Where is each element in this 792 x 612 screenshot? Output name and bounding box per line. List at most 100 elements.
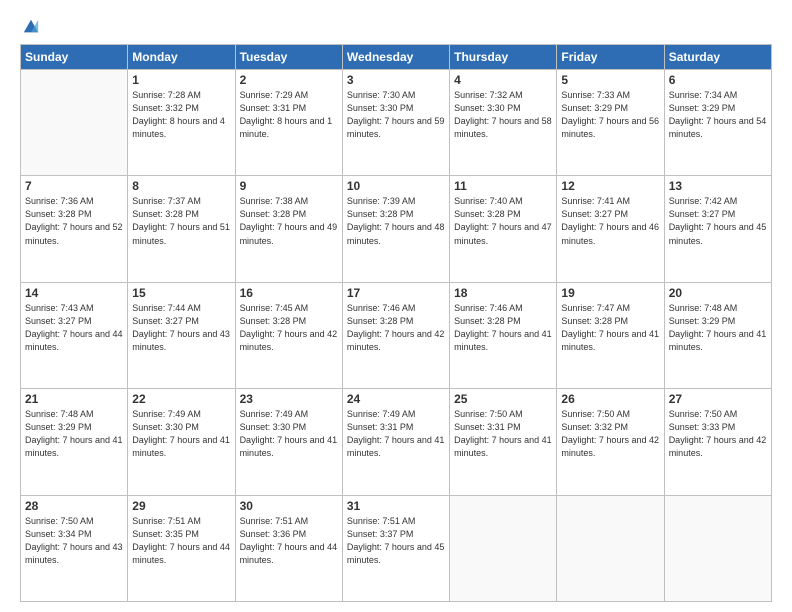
day-number: 10	[347, 179, 445, 193]
sunset-text: Sunset: 3:28 PM	[347, 208, 445, 221]
weekday-saturday: Saturday	[664, 45, 771, 70]
day-info: Sunrise: 7:51 AMSunset: 3:36 PMDaylight:…	[240, 515, 338, 567]
weekday-thursday: Thursday	[450, 45, 557, 70]
daylight-text: Daylight: 7 hours and 44 minutes.	[25, 328, 123, 354]
daylight-text: Daylight: 7 hours and 58 minutes.	[454, 115, 552, 141]
day-cell: 25Sunrise: 7:50 AMSunset: 3:31 PMDayligh…	[450, 389, 557, 495]
day-number: 22	[132, 392, 230, 406]
day-info: Sunrise: 7:48 AMSunset: 3:29 PMDaylight:…	[25, 408, 123, 460]
day-cell: 2Sunrise: 7:29 AMSunset: 3:31 PMDaylight…	[235, 70, 342, 176]
sunrise-text: Sunrise: 7:38 AM	[240, 195, 338, 208]
day-info: Sunrise: 7:33 AMSunset: 3:29 PMDaylight:…	[561, 89, 659, 141]
day-info: Sunrise: 7:32 AMSunset: 3:30 PMDaylight:…	[454, 89, 552, 141]
day-number: 19	[561, 286, 659, 300]
sunset-text: Sunset: 3:34 PM	[25, 528, 123, 541]
day-number: 3	[347, 73, 445, 87]
sunset-text: Sunset: 3:29 PM	[669, 315, 767, 328]
daylight-text: Daylight: 7 hours and 45 minutes.	[347, 541, 445, 567]
day-info: Sunrise: 7:34 AMSunset: 3:29 PMDaylight:…	[669, 89, 767, 141]
day-number: 28	[25, 499, 123, 513]
day-info: Sunrise: 7:51 AMSunset: 3:37 PMDaylight:…	[347, 515, 445, 567]
sunset-text: Sunset: 3:30 PM	[347, 102, 445, 115]
daylight-text: Daylight: 7 hours and 42 minutes.	[240, 328, 338, 354]
day-info: Sunrise: 7:38 AMSunset: 3:28 PMDaylight:…	[240, 195, 338, 247]
logo	[20, 18, 40, 34]
day-info: Sunrise: 7:50 AMSunset: 3:32 PMDaylight:…	[561, 408, 659, 460]
sunset-text: Sunset: 3:27 PM	[561, 208, 659, 221]
day-cell: 7Sunrise: 7:36 AMSunset: 3:28 PMDaylight…	[21, 176, 128, 282]
calendar: SundayMondayTuesdayWednesdayThursdayFrid…	[20, 44, 772, 602]
sunset-text: Sunset: 3:36 PM	[240, 528, 338, 541]
sunrise-text: Sunrise: 7:50 AM	[454, 408, 552, 421]
day-cell: 21Sunrise: 7:48 AMSunset: 3:29 PMDayligh…	[21, 389, 128, 495]
day-info: Sunrise: 7:45 AMSunset: 3:28 PMDaylight:…	[240, 302, 338, 354]
week-row-1: 1Sunrise: 7:28 AMSunset: 3:32 PMDaylight…	[21, 70, 772, 176]
day-info: Sunrise: 7:41 AMSunset: 3:27 PMDaylight:…	[561, 195, 659, 247]
daylight-text: Daylight: 8 hours and 1 minute.	[240, 115, 338, 141]
sunrise-text: Sunrise: 7:47 AM	[561, 302, 659, 315]
day-cell: 8Sunrise: 7:37 AMSunset: 3:28 PMDaylight…	[128, 176, 235, 282]
daylight-text: Daylight: 7 hours and 41 minutes.	[132, 434, 230, 460]
day-number: 20	[669, 286, 767, 300]
sunrise-text: Sunrise: 7:51 AM	[240, 515, 338, 528]
sunrise-text: Sunrise: 7:50 AM	[561, 408, 659, 421]
day-info: Sunrise: 7:30 AMSunset: 3:30 PMDaylight:…	[347, 89, 445, 141]
sunset-text: Sunset: 3:30 PM	[454, 102, 552, 115]
weekday-monday: Monday	[128, 45, 235, 70]
daylight-text: Daylight: 7 hours and 41 minutes.	[347, 434, 445, 460]
day-info: Sunrise: 7:49 AMSunset: 3:30 PMDaylight:…	[132, 408, 230, 460]
day-cell: 15Sunrise: 7:44 AMSunset: 3:27 PMDayligh…	[128, 282, 235, 388]
day-cell: 24 Sunrise: 7:49 AMSunset: 3:31 PMDayligh…	[342, 389, 449, 495]
sunrise-text: Sunrise: 7:32 AM	[454, 89, 552, 102]
sunset-text: Sunset: 3:33 PM	[669, 421, 767, 434]
day-number: 14	[25, 286, 123, 300]
daylight-text: Daylight: 7 hours and 41 minutes.	[25, 434, 123, 460]
day-cell: 17Sunrise: 7:46 AMSunset: 3:28 PMDayligh…	[342, 282, 449, 388]
day-info: Sunrise: 7:29 AMSunset: 3:31 PMDaylight:…	[240, 89, 338, 141]
week-row-2: 7Sunrise: 7:36 AMSunset: 3:28 PMDaylight…	[21, 176, 772, 282]
sunset-text: Sunset: 3:31 PM	[240, 102, 338, 115]
sunrise-text: Sunrise: 7:34 AM	[669, 89, 767, 102]
day-cell: 27Sunrise: 7:50 AMSunset: 3:33 PMDayligh…	[664, 389, 771, 495]
sunrise-text: Sunrise: 7:50 AM	[25, 515, 123, 528]
week-row-5: 28 Sunrise: 7:50 AMSunset: 3:34 PM Dayligh…	[21, 495, 772, 601]
sunset-text: Sunset: 3:28 PM	[25, 208, 123, 221]
sunset-text: Sunset: 3:28 PM	[240, 315, 338, 328]
day-cell: 4 Sunrise: 7:32 AMSunset: 3:30 PMDaylight…	[450, 70, 557, 176]
sunrise-text: Sunrise: 7:43 AM	[25, 302, 123, 315]
sunrise-text: Sunrise: 7:45 AM	[240, 302, 338, 315]
day-cell: 28Sunrise: 7:50 AMSunset: 3:34 PMDayligh…	[21, 495, 128, 601]
day-number: 1	[132, 73, 230, 87]
daylight-text: Daylight: 7 hours and 54 minutes.	[669, 115, 767, 141]
daylight-text: Daylight: 7 hours and 41 minutes.	[561, 328, 659, 354]
day-cell: 19Sunrise: 7:47 AMSunset: 3:28 PMDayligh…	[557, 282, 664, 388]
daylight-text: Daylight: 7 hours and 43 minutes.	[132, 328, 230, 354]
sunset-text: Sunset: 3:35 PM	[132, 528, 230, 541]
day-number: 12	[561, 179, 659, 193]
sunrise-text: Sunrise: 7:50 AM	[669, 408, 767, 421]
sunrise-text: Sunrise: 7:40 AM	[454, 195, 552, 208]
day-info: Sunrise: 7:46 AMSunset: 3:28 PMDaylight:…	[347, 302, 445, 354]
daylight-text: Daylight: 7 hours and 41 minutes.	[454, 328, 552, 354]
daylight-text: Daylight: 7 hours and 42 minutes.	[561, 434, 659, 460]
day-number: 24	[347, 392, 445, 406]
day-info: Sunrise: 7:43 AMSunset: 3:27 PMDaylight:…	[25, 302, 123, 354]
day-cell: 1Sunrise: 7:28 AMSunset: 3:32 PMDaylight…	[128, 70, 235, 176]
day-cell: 29Sunrise: 7:51 AMSunset: 3:35 PMDayligh…	[128, 495, 235, 601]
day-cell: 12 Sunrise: 7:41 AMSunset: 3:27 PMDayligh…	[557, 176, 664, 282]
day-number: 6	[669, 73, 767, 87]
daylight-text: Daylight: 7 hours and 41 minutes.	[240, 434, 338, 460]
day-number: 4	[454, 73, 552, 87]
day-cell: 9Sunrise: 7:38 AMSunset: 3:28 PMDaylight…	[235, 176, 342, 282]
daylight-text: Daylight: 8 hours and 4 minutes.	[132, 115, 230, 141]
sunrise-text: Sunrise: 7:51 AM	[132, 515, 230, 528]
sunrise-text: Sunrise: 7:33 AM	[561, 89, 659, 102]
day-cell: 31Sunrise: 7:51 AMSunset: 3:37 PMDayligh…	[342, 495, 449, 601]
sunset-text: Sunset: 3:30 PM	[240, 421, 338, 434]
sunset-text: Sunset: 3:29 PM	[25, 421, 123, 434]
day-info: Sunrise: 7:49 AMSunset: 3:31 PMDaylight:…	[347, 408, 445, 460]
daylight-text: Daylight: 7 hours and 41 minutes.	[669, 328, 767, 354]
sunrise-text: Sunrise: 7:49 AM	[240, 408, 338, 421]
day-cell: 14 Sunrise: 7:43 AMSunset: 3:27 PMDayligh…	[21, 282, 128, 388]
day-number: 23	[240, 392, 338, 406]
